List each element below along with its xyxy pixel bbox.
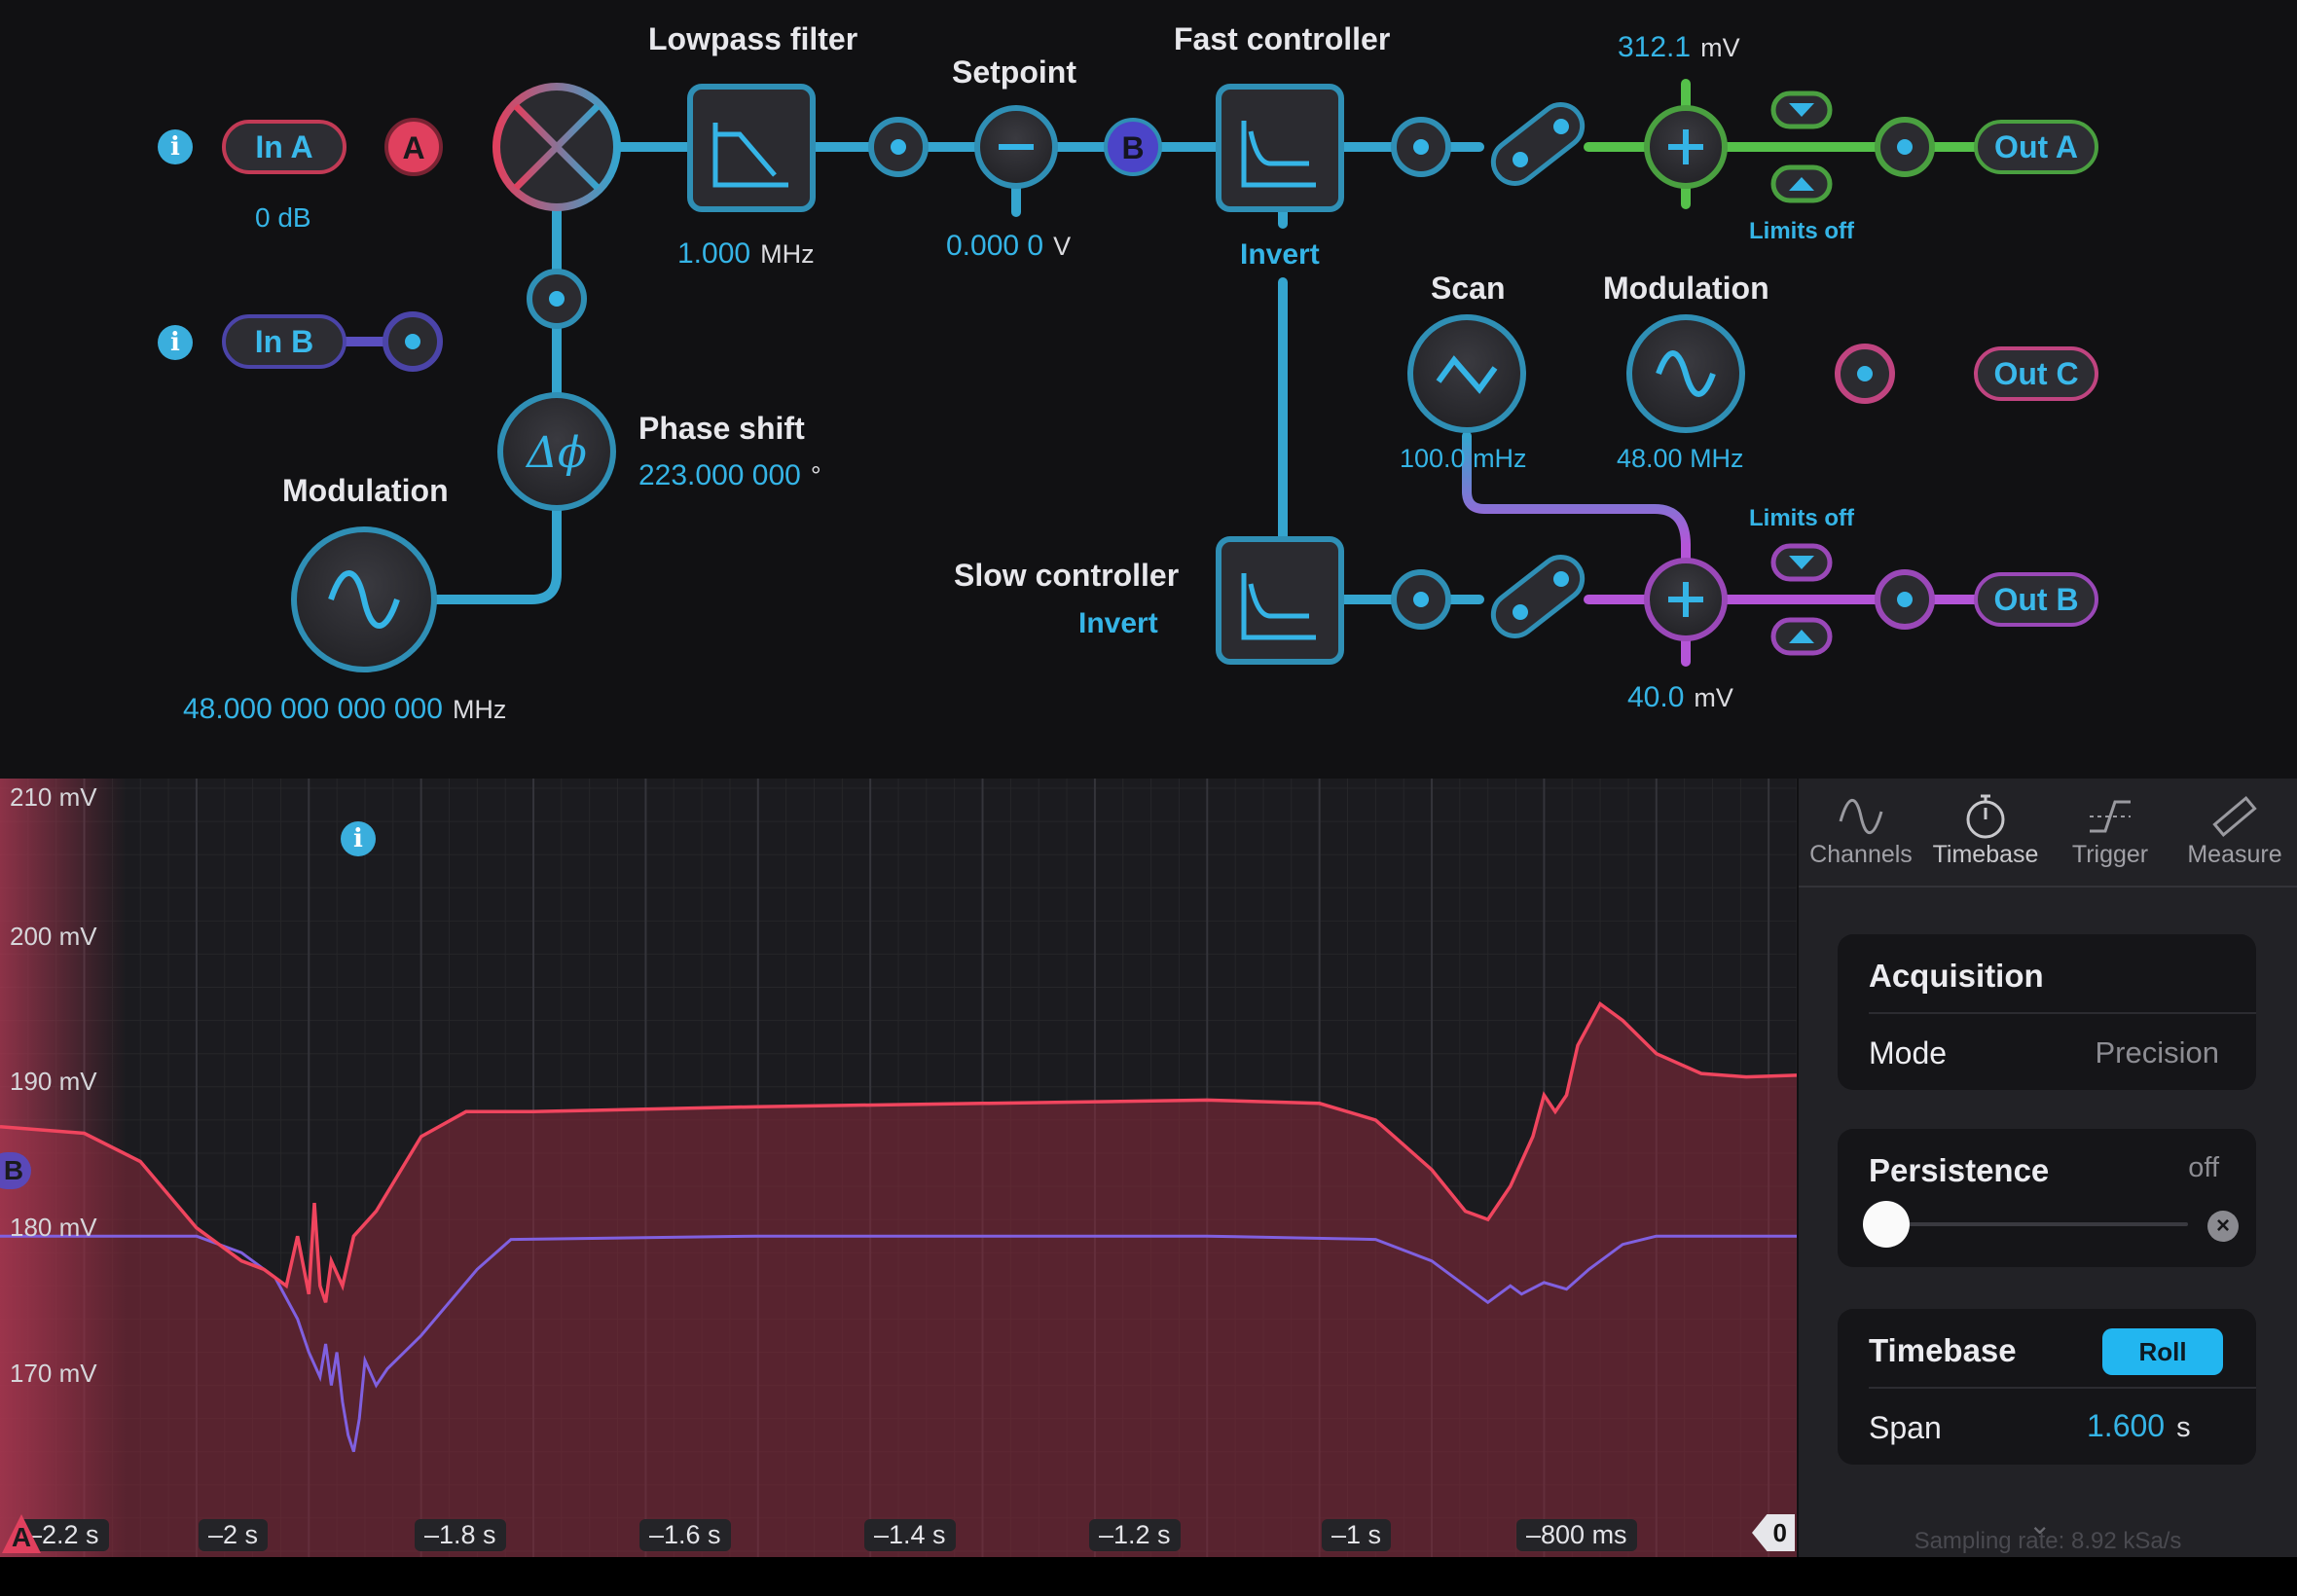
persistence-slider-thumb[interactable] [1863, 1201, 1910, 1248]
modulation-right-title: Modulation [1603, 271, 1769, 306]
tab-channels[interactable]: Channels [1799, 779, 1923, 886]
output-a-pill[interactable]: Out A [1974, 120, 2098, 174]
oscilloscope-plot[interactable]: 210 mV 200 mV 190 mV 180 mV 170 mV i –2.… [0, 779, 1797, 1557]
sum-node-a[interactable] [1644, 105, 1728, 189]
clear-persistence-icon[interactable]: × [2207, 1211, 2239, 1242]
persistence-title: Persistence [1869, 1152, 2050, 1188]
limit-lower-a[interactable] [1770, 164, 1833, 203]
info-icon-in-b[interactable]: i [158, 325, 193, 360]
input-a-pill[interactable]: In A [222, 120, 346, 174]
modulation-right-frequency[interactable]: 48.00 MHz [1617, 444, 1744, 474]
modulation-left-frequency[interactable]: 48.000 000 000 000 MHz [183, 693, 506, 726]
input-a-gain[interactable]: 0 dB [255, 202, 311, 234]
info-icon-in-a[interactable]: i [158, 129, 193, 164]
acquisition-card: Acquisition Mode Precision [1838, 934, 2256, 1090]
sine-wave-icon [1839, 798, 1883, 835]
divider [1869, 1387, 2256, 1389]
svg-text:B: B [1121, 130, 1144, 165]
span-value[interactable]: 1.600 s [2087, 1408, 2191, 1444]
divider [1869, 1012, 2256, 1014]
x-axis-label: –2 s [199, 1519, 269, 1551]
phase-shift-title: Phase shift [638, 411, 805, 446]
mixer-node[interactable] [492, 83, 621, 211]
scan-knob[interactable] [1407, 314, 1526, 433]
tab-timebase[interactable]: Timebase [1923, 779, 2048, 886]
ruler-icon [2212, 796, 2257, 837]
phase-shift-value[interactable]: 223.000 000 ° [638, 459, 821, 492]
y-axis-label: 180 mV [10, 1213, 97, 1242]
setpoint-knob[interactable] [974, 105, 1058, 212]
lowpass-title: Lowpass filter [648, 21, 858, 56]
timebase-card: Timebase Roll Span 1.600 s [1838, 1309, 2256, 1465]
limit-lower-b[interactable] [1770, 617, 1833, 656]
timebase-title: Timebase [1869, 1332, 2017, 1368]
sum-node-b[interactable] [1644, 558, 1728, 641]
limit-upper-a[interactable] [1770, 91, 1833, 129]
persistence-value: off [2188, 1152, 2219, 1183]
switch-b[interactable] [1484, 549, 1590, 645]
span-label: Span [1869, 1410, 1942, 1445]
output-b-pill[interactable]: Out B [1974, 572, 2098, 627]
persistence-card: Persistence off × [1838, 1129, 2256, 1267]
switch-a[interactable] [1484, 96, 1590, 193]
fast-controller-block[interactable] [1216, 84, 1344, 212]
trigger-edge-icon [2090, 800, 2131, 833]
modulation-knob-left[interactable] [291, 526, 437, 672]
phase-symbol: Δϕ [525, 428, 587, 478]
marker-b[interactable]: B [1104, 118, 1162, 176]
home-indicator-bar [0, 1557, 2297, 1596]
y-axis-label: 210 mV [10, 782, 97, 812]
fast-controller-invert[interactable]: Invert [1240, 238, 1320, 272]
offset-a-value[interactable]: 312.1 mV [1618, 31, 1740, 64]
lowpass-frequency[interactable]: 1.000 MHz [677, 237, 815, 271]
modulation-knob-right[interactable] [1626, 314, 1745, 433]
lowpass-filter-block[interactable] [687, 84, 816, 212]
x-axis-label: –800 ms [1516, 1519, 1637, 1551]
setpoint-title: Setpoint [952, 54, 1076, 90]
stopwatch-icon [1966, 794, 2005, 839]
roll-mode-button[interactable]: Roll [2102, 1328, 2223, 1375]
mode-label: Mode [1869, 1035, 1948, 1070]
tab-measure[interactable]: Measure [2172, 779, 2297, 886]
scan-frequency[interactable]: 100.0 mHz [1400, 444, 1527, 474]
tab-trigger[interactable]: Trigger [2048, 779, 2172, 886]
modulation-left-title: Modulation [282, 473, 449, 508]
x-axis-label: –1.2 s [1089, 1519, 1181, 1551]
chevron-down-icon[interactable]: ⌄ [2028, 1508, 2051, 1541]
plot-canvas[interactable] [0, 779, 1797, 1557]
phase-shift-knob[interactable]: Δϕ [497, 392, 616, 511]
svg-text:A: A [402, 130, 424, 165]
tab-divider [1799, 886, 2297, 888]
slow-controller-title: Slow controller [954, 558, 1180, 593]
input-b-pill[interactable]: In B [222, 314, 346, 369]
x-axis-label: –1.8 s [415, 1519, 506, 1551]
info-icon-scope[interactable]: i [341, 821, 376, 856]
y-axis-label: 200 mV [10, 922, 97, 951]
control-panel: Channels Timebase Trigger Measure Acquis… [1799, 779, 2297, 1557]
marker-a[interactable]: A [384, 118, 443, 176]
y-axis-label: 170 mV [10, 1359, 97, 1388]
mode-value[interactable]: Precision [2096, 1035, 2220, 1070]
limit-upper-b[interactable] [1770, 543, 1833, 582]
y-axis-label: 190 mV [10, 1067, 97, 1096]
limits-a-status: Limits off [1749, 218, 1854, 244]
fast-controller-title: Fast controller [1174, 21, 1391, 56]
limits-b-status: Limits off [1749, 505, 1854, 531]
acquisition-title: Acquisition [1869, 958, 2044, 994]
slow-controller-invert[interactable]: Invert [1078, 607, 1158, 640]
output-c-pill[interactable]: Out C [1974, 346, 2098, 401]
slow-controller-block[interactable] [1216, 536, 1344, 665]
setpoint-value[interactable]: 0.000 0V [946, 230, 1071, 263]
x-axis-label: –1 s [1322, 1519, 1392, 1551]
scan-title: Scan [1431, 271, 1506, 306]
persistence-slider-track[interactable] [1877, 1222, 2188, 1226]
x-axis-label: –1.6 s [639, 1519, 731, 1551]
offset-b-value[interactable]: 40.0 mV [1627, 681, 1733, 714]
signal-flow-diagram: A B Δϕ [291, 79, 1990, 672]
x-axis-label: –1.4 s [864, 1519, 956, 1551]
